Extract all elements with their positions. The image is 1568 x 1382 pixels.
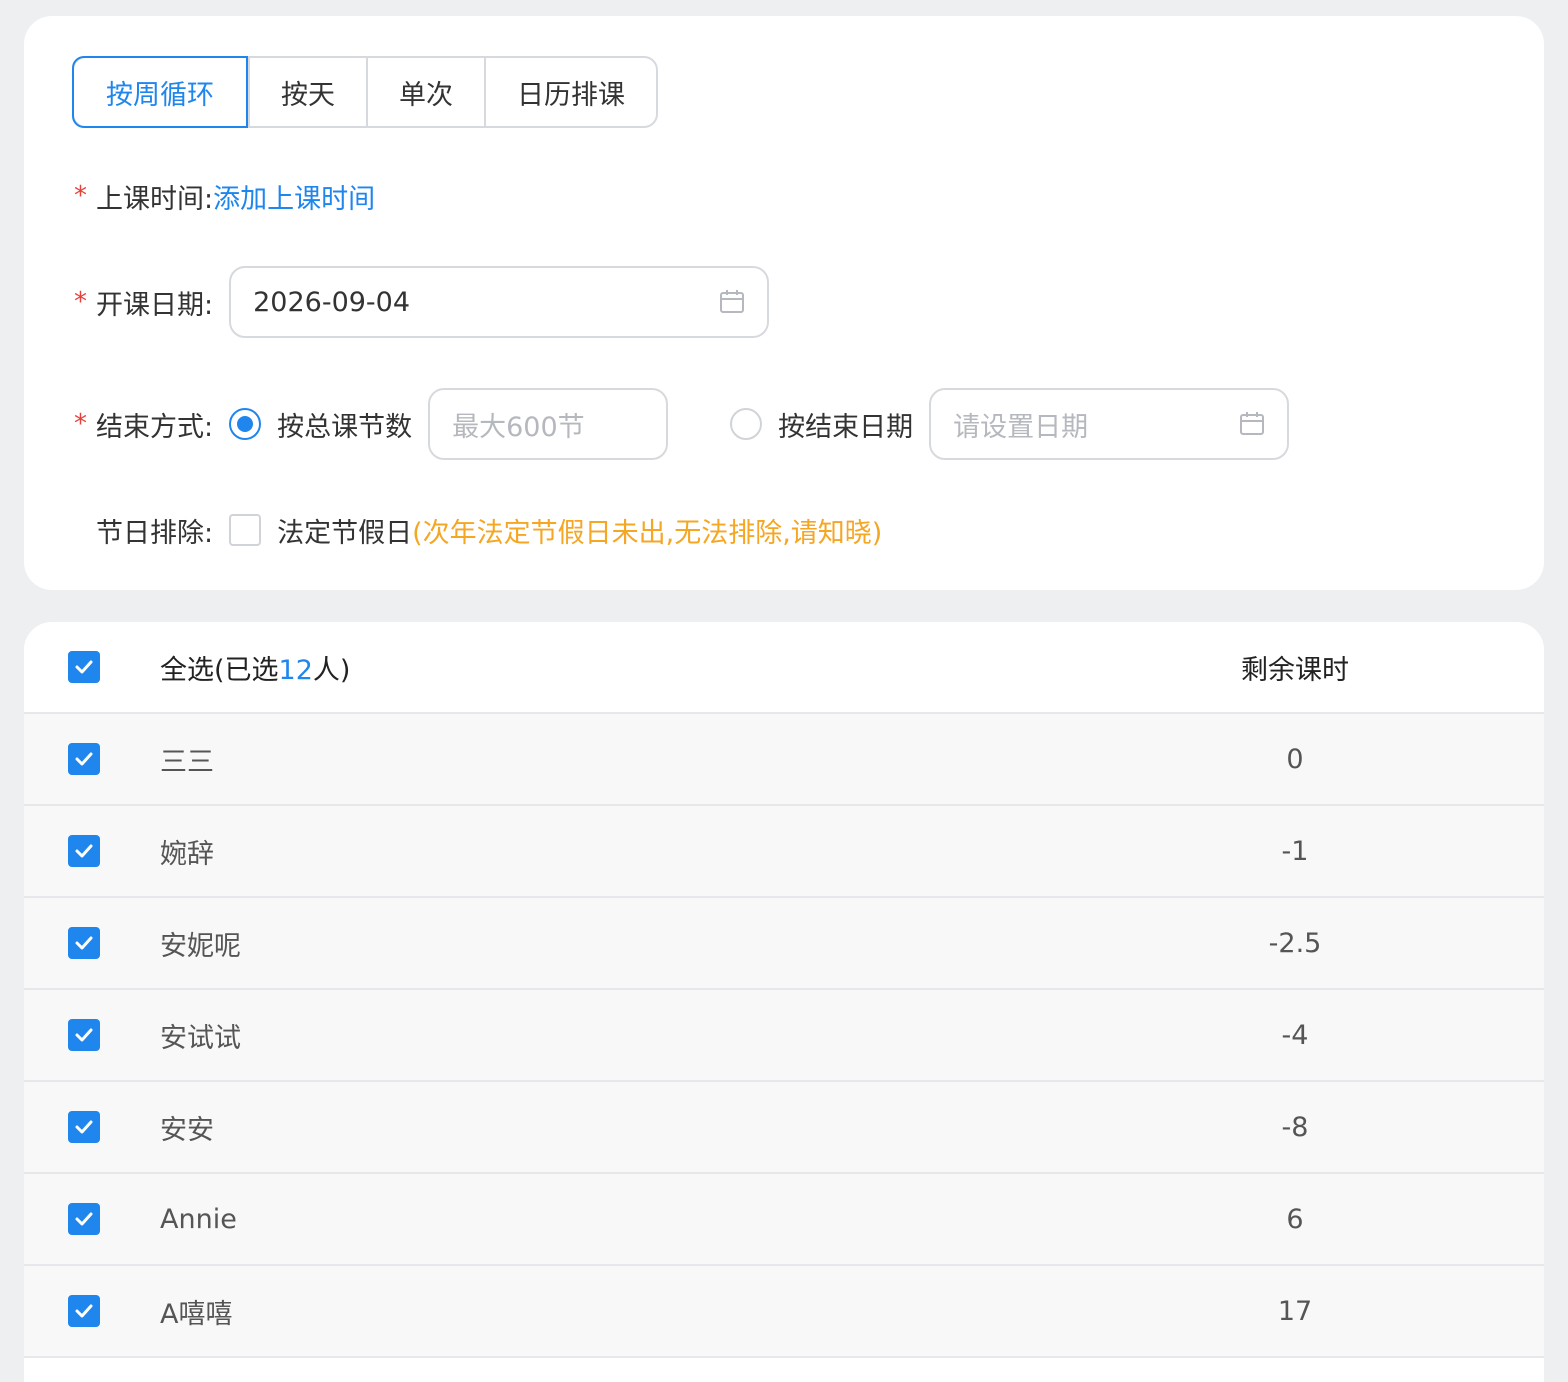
holiday-label: 节日排除: (74, 511, 213, 550)
end-by-date-radio[interactable] (730, 408, 763, 440)
student-name: A嘻嘻 (160, 1298, 233, 1330)
start-date-value: 2026-09-04 (253, 286, 411, 318)
row-checkbox[interactable] (68, 1295, 100, 1327)
class-time-row: * 上课时间: 添加上课时间 (74, 176, 375, 216)
remaining-hours: -8 (1281, 1111, 1309, 1143)
tab-single[interactable]: 单次 (366, 58, 484, 126)
end-date-placeholder: 请设置日期 (953, 411, 1089, 443)
remaining-hours: -1 (1281, 835, 1309, 867)
remaining-hours: 6 (1286, 1203, 1304, 1235)
tab-daily[interactable]: 按天 (248, 58, 366, 126)
schedule-mode-tabs: 按周循环 按天 单次 日历排课 (72, 56, 658, 128)
student-name: 三三 (160, 746, 214, 778)
student-name: Annie (160, 1203, 237, 1235)
holiday-notice: (次年法定节假日未出,无法排除,请知晓) (412, 517, 883, 549)
student-name: 安妮呢 (160, 930, 241, 962)
remaining-hours: -4 (1281, 1019, 1309, 1051)
select-all-prefix: 全选(已选 (160, 654, 279, 686)
end-mode-label: * 结束方式: (74, 405, 213, 444)
end-date-input[interactable]: 请设置日期 (929, 388, 1290, 460)
select-all-suffix: 人) (312, 654, 351, 686)
holiday-label-text: 节日排除: (96, 517, 214, 549)
table-row[interactable]: 安妮呢 -2.5 (24, 898, 1544, 990)
remaining-hours: 17 (1277, 1295, 1313, 1327)
remaining-hours-header: 剩余课时 (1241, 654, 1349, 686)
start-date-input[interactable]: 2026-09-04 (229, 266, 770, 338)
row-checkbox[interactable] (68, 835, 100, 867)
row-checkbox[interactable] (68, 1111, 100, 1143)
end-mode-label-text: 结束方式: (96, 411, 214, 443)
student-name: 婉辞 (160, 838, 214, 870)
table-row[interactable]: 安试试 -4 (24, 990, 1544, 1082)
total-lessons-input[interactable]: 最大600节 (428, 388, 669, 460)
add-class-time-link[interactable]: 添加上课时间 (213, 177, 375, 216)
row-checkbox[interactable] (68, 927, 100, 959)
start-date-row: * 开课日期: 2026-09-04 (74, 266, 770, 338)
required-mark: * (74, 287, 87, 317)
calendar-icon (1239, 411, 1265, 437)
table-row[interactable]: Annie 6 (24, 1174, 1544, 1266)
calendar-icon (719, 289, 745, 315)
table-row[interactable]: 安安 -8 (24, 1082, 1544, 1174)
select-all-checkbox[interactable] (68, 651, 100, 683)
row-checkbox[interactable] (68, 1019, 100, 1051)
student-name: 安试试 (160, 1022, 241, 1054)
table-row[interactable]: A嘻嘻 17 (24, 1266, 1544, 1358)
remaining-hours: 0 (1286, 743, 1304, 775)
start-date-label: * 开课日期: (74, 283, 213, 322)
student-name: 安安 (160, 1114, 214, 1146)
start-date-label-text: 开课日期: (96, 289, 214, 321)
selected-count: 12 (278, 654, 313, 686)
table-row[interactable]: 婉辞 -1 (24, 806, 1544, 898)
row-checkbox[interactable] (68, 743, 100, 775)
remaining-hours: -2.5 (1268, 927, 1322, 959)
end-by-count-label[interactable]: 按总课节数 (277, 405, 412, 444)
schedule-settings-card: 按周循环 按天 单次 日历排课 * 上课时间: 添加上课时间 * 开课日期: 2… (24, 16, 1544, 590)
select-all-label: 全选(已选12人) (160, 648, 350, 687)
end-by-count-radio[interactable] (229, 408, 262, 440)
tab-weekly[interactable]: 按周循环 (72, 56, 248, 128)
class-time-label: * 上课时间: (74, 177, 213, 216)
end-mode-row: * 结束方式: 按总课节数 最大600节 按结束日期 请设置日期 (74, 388, 1290, 460)
required-mark: * (74, 409, 87, 439)
class-time-label-text: 上课时间: (96, 183, 214, 215)
student-table-card: 全选(已选12人) 剩余课时 三三 0 婉辞 -1 安妮呢 -2.5 安试试 -4 安安 -8 An… (24, 622, 1544, 1382)
end-by-date-label[interactable]: 按结束日期 (778, 405, 913, 444)
table-header: 全选(已选12人) 剩余课时 (24, 622, 1544, 714)
legal-holiday-checkbox[interactable] (229, 514, 262, 546)
row-checkbox[interactable] (68, 1203, 100, 1235)
tab-calendar[interactable]: 日历排课 (484, 58, 656, 126)
holiday-exclusion-row: 节日排除: 法定节假日 (次年法定节假日未出,无法排除,请知晓) (74, 510, 882, 550)
required-mark: * (74, 181, 87, 211)
legal-holiday-label[interactable]: 法定节假日 (277, 511, 412, 550)
table-row[interactable]: 三三 0 (24, 714, 1544, 806)
total-lessons-placeholder: 最大600节 (452, 411, 585, 443)
